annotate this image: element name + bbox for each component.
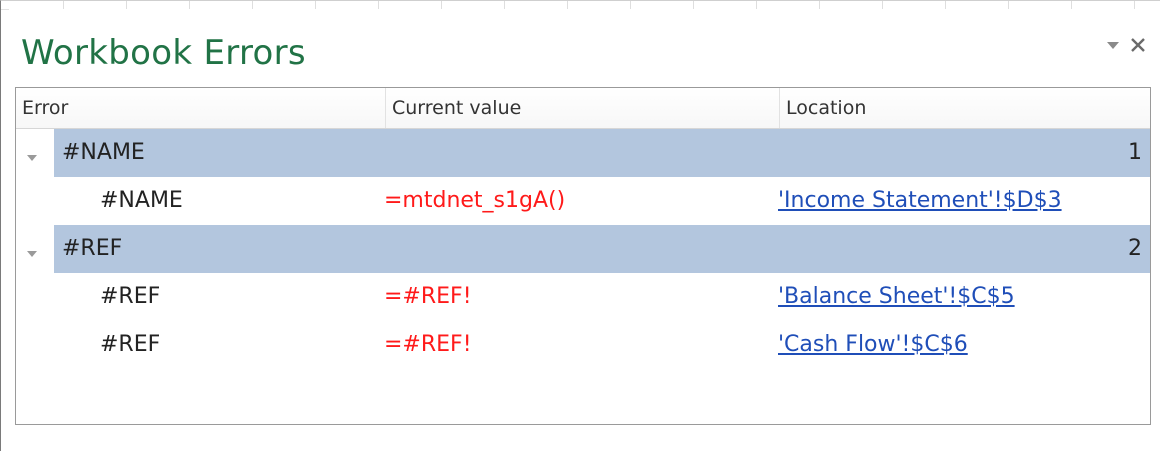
column-header-location[interactable]: Location <box>780 88 1150 128</box>
group-band <box>54 225 1150 273</box>
workbook-errors-window: Workbook Errors Error Current value Loca… <box>0 0 1160 452</box>
current-value: =#REF! <box>384 332 472 357</box>
error-row[interactable]: #NAME =mtdnet_s1gA() 'Income Statement'!… <box>16 177 1150 225</box>
error-type: #REF <box>100 284 161 309</box>
group-label: #NAME <box>62 140 145 165</box>
location-link[interactable]: 'Balance Sheet'!$C$5 <box>778 273 1015 321</box>
pane-controls <box>1106 37 1146 53</box>
group-row-ref[interactable]: #REF 2 <box>16 225 1150 273</box>
close-icon[interactable] <box>1130 37 1146 53</box>
group-row-name[interactable]: #NAME 1 <box>16 129 1150 177</box>
pane-title: Workbook Errors <box>21 33 306 73</box>
error-type: #REF <box>100 332 161 357</box>
column-header-error[interactable]: Error <box>16 88 386 128</box>
error-row[interactable]: #REF =#REF! 'Cash Flow'!$C$6 <box>16 321 1150 369</box>
grid-header-row: Error Current value Location <box>16 88 1150 129</box>
group-label: #REF <box>62 236 123 261</box>
collapse-triangle-icon[interactable] <box>26 245 38 263</box>
group-count: 1 <box>1128 140 1142 165</box>
group-band <box>54 129 1150 177</box>
location-link[interactable]: 'Cash Flow'!$C$6 <box>778 321 968 369</box>
chevron-down-icon[interactable] <box>1106 40 1120 50</box>
group-count: 2 <box>1128 236 1142 261</box>
column-header-current-value[interactable]: Current value <box>386 88 780 128</box>
error-row[interactable]: #REF =#REF! 'Balance Sheet'!$C$5 <box>16 273 1150 321</box>
errors-grid: Error Current value Location #NAME 1 #NA… <box>15 87 1151 425</box>
current-value: =mtdnet_s1gA() <box>384 188 566 213</box>
current-value: =#REF! <box>384 284 472 309</box>
error-type: #NAME <box>100 188 183 213</box>
collapse-triangle-icon[interactable] <box>26 149 38 167</box>
location-link[interactable]: 'Income Statement'!$D$3 <box>778 177 1062 225</box>
